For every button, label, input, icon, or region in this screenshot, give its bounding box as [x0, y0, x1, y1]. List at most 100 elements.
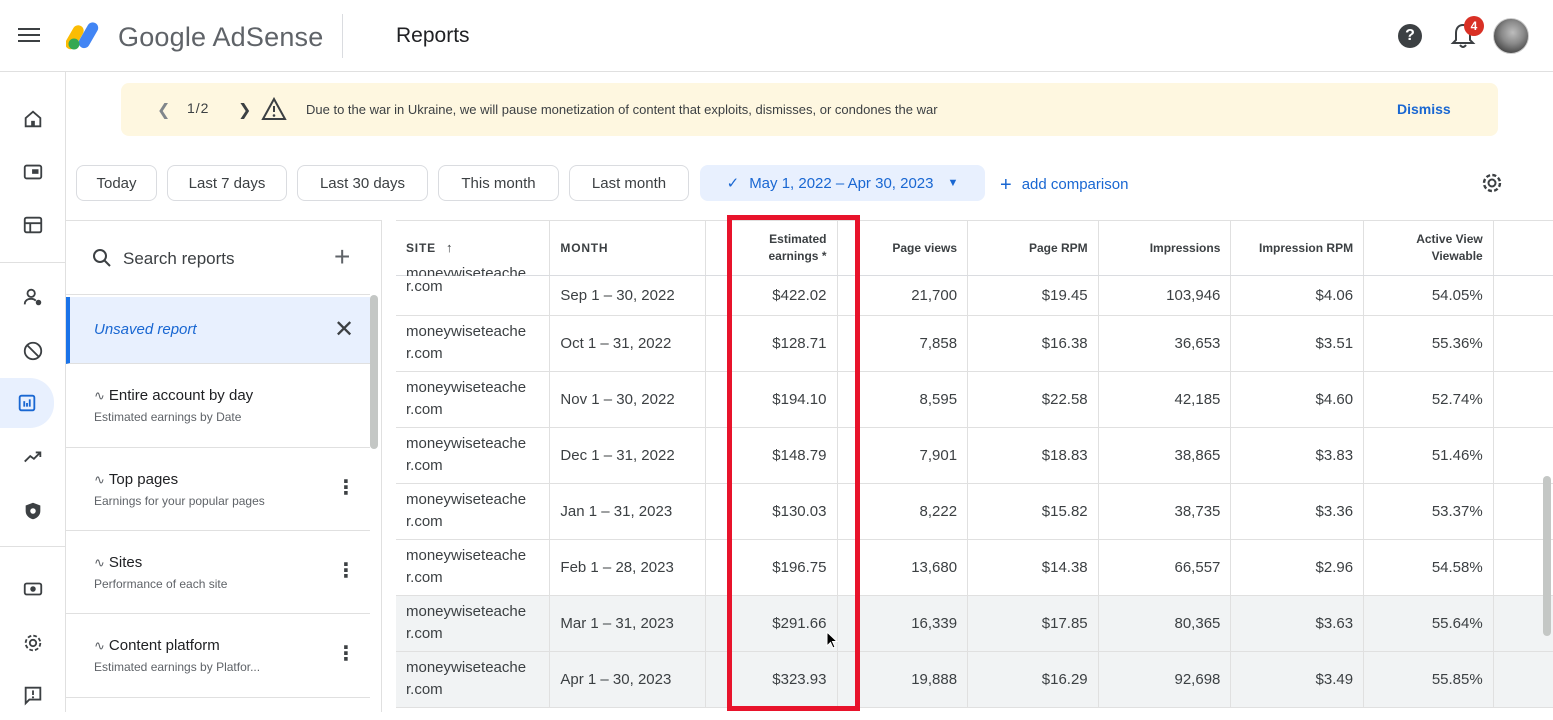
impressions-cell: 36,653 [1098, 315, 1232, 372]
chip-today[interactable]: Today [76, 165, 157, 201]
menu-icon[interactable] [18, 24, 40, 44]
brand-divider [342, 14, 343, 58]
home-icon[interactable] [0, 94, 66, 144]
report-subtitle: Estimated earnings by Platfor... [94, 660, 261, 674]
site-name-line: moneywiseteache [406, 264, 527, 276]
report-item-entire-account[interactable]: ∿ Entire account by day Estimated earning… [66, 364, 370, 448]
column-header-month[interactable]: MONTH [549, 221, 706, 276]
page-views-cell: 7,858 [837, 315, 969, 372]
feedback-icon[interactable] [0, 670, 66, 720]
column-header-page-rpm[interactable]: Page RPM [967, 221, 1099, 276]
site-name-line: moneywiseteache [406, 323, 527, 340]
site-cell: moneywiseteache r.com [396, 651, 551, 708]
chip-last-month[interactable]: Last month [569, 165, 689, 201]
account-settings-icon[interactable] [0, 272, 66, 322]
site-name-line: r.com [406, 681, 443, 698]
more-options-icon[interactable]: ⋮ [336, 558, 356, 583]
site-cell: moneywiseteache r.com [396, 483, 551, 540]
month-cell: Sep 1 – 30, 2022 [549, 275, 706, 316]
table-row[interactable]: moneywiseteache r.com Mar 1 – 31, 2023 $291… [396, 595, 1553, 652]
table-row[interactable]: moneywiseteache r.com Feb 1 – 28, 2023 $196… [396, 539, 1553, 596]
active-view-cell: 54.58% [1363, 539, 1494, 596]
table-scrollbar[interactable] [1543, 476, 1551, 636]
table-row[interactable]: moneywiseteache r.com Jan 1 – 31, 2023 $130… [396, 483, 1553, 540]
account-avatar[interactable] [1493, 18, 1529, 54]
trending-icon[interactable] [0, 432, 66, 482]
rail-divider [0, 262, 66, 263]
payments-icon[interactable] [0, 564, 66, 614]
dismiss-button[interactable]: Dismiss [1397, 101, 1451, 117]
site-cell: moneywiseteache r.com [396, 539, 551, 596]
sort-ascending-icon: ↑ [446, 240, 454, 256]
column-header-impressions[interactable]: Impressions [1098, 221, 1232, 276]
spacer-cell [1493, 315, 1553, 372]
column-header-active-view-viewable[interactable]: Active View Viewable [1363, 221, 1494, 276]
report-title: Content platform [108, 637, 220, 654]
month-cell: Jan 1 – 31, 2023 [549, 483, 706, 540]
column-header-impression-rpm[interactable]: Impression RPM [1230, 221, 1365, 276]
chevron-right-icon[interactable]: ❯ [238, 100, 251, 120]
impression-rpm-cell: $2.96 [1230, 539, 1365, 596]
active-view-cell: 51.46% [1363, 427, 1494, 484]
earnings-cell: $422.02 [705, 275, 838, 316]
report-item-sites[interactable]: ∿ Sites Performance of each site ⋮ [66, 531, 370, 614]
report-item-top-pages[interactable]: ∿ Top pages Earnings for your popular pag… [66, 448, 370, 531]
table-row[interactable]: moneywiseteache r.com Sep 1 – 30, 2022 $422… [396, 265, 1553, 316]
warning-icon [261, 97, 287, 120]
table-row[interactable]: moneywiseteache r.com Nov 1 – 30, 2022 $194… [396, 371, 1553, 428]
adsense-logo [66, 22, 99, 50]
add-comparison-button[interactable]: + add comparison [1000, 174, 1128, 197]
dropdown-arrow-icon: ▼ [947, 177, 959, 189]
announcement-banner: ❮ 1/2 ❯ Due to the war in Ukraine, we wi… [121, 83, 1498, 136]
site-name-line: moneywiseteache [406, 547, 527, 564]
column-header-page-views[interactable]: Page views [837, 221, 969, 276]
date-range-selector[interactable]: ✓ May 1, 2022 – Apr 30, 2023 ▼ [700, 165, 985, 201]
report-title: Entire account by day [108, 387, 254, 404]
header-label: SITE [406, 241, 436, 256]
reports-icon[interactable] [0, 378, 54, 428]
month-cell: Oct 1 – 31, 2022 [549, 315, 706, 372]
chip-last-7-days[interactable]: Last 7 days [167, 165, 287, 201]
new-report-plus-icon[interactable]: + [334, 241, 350, 273]
more-options-icon[interactable]: ⋮ [336, 641, 356, 666]
table-row[interactable]: moneywiseteache r.com Dec 1 – 31, 2022 $148… [396, 427, 1553, 484]
column-header-spacer [1493, 221, 1553, 276]
ads-icon[interactable] [0, 147, 66, 197]
sparkle-icon: ∿ [94, 638, 105, 653]
unsaved-report-item[interactable]: Unsaved report ✕ [66, 297, 370, 364]
help-icon[interactable]: ? [1398, 24, 1422, 48]
chip-last-30-days[interactable]: Last 30 days [297, 165, 428, 201]
chevron-left-icon[interactable]: ❮ [157, 100, 170, 120]
report-item-content-platform[interactable]: ∿ Content platform Estimated earnings by … [66, 614, 370, 698]
chip-this-month[interactable]: This month [438, 165, 559, 201]
table-row[interactable]: moneywiseteache r.com Apr 1 – 30, 2023 $323… [396, 651, 1553, 708]
impression-rpm-cell: $4.60 [1230, 371, 1365, 428]
close-icon[interactable]: ✕ [334, 315, 354, 344]
impressions-cell: 38,865 [1098, 427, 1232, 484]
month-cell: Feb 1 – 28, 2023 [549, 539, 706, 596]
page-views-cell: 21,700 [837, 275, 969, 316]
month-cell: Mar 1 – 31, 2023 [549, 595, 706, 652]
search-reports[interactable]: Search reports + [66, 221, 370, 295]
panel-scrollbar[interactable] [370, 295, 378, 449]
column-header-estimated-earnings[interactable]: Estimated earnings * [705, 221, 838, 276]
earnings-cell: $323.93 [705, 651, 838, 708]
header-label: earnings * [768, 248, 827, 263]
table-row[interactable]: moneywiseteache r.com Oct 1 – 31, 2022 $128… [396, 315, 1553, 372]
date-range-label: May 1, 2022 – Apr 30, 2023 [749, 174, 934, 192]
content-layout-icon[interactable] [0, 200, 66, 250]
sparkle-icon: ∿ [94, 388, 105, 403]
mouse-cursor-icon [826, 631, 838, 649]
blocking-controls-icon[interactable] [0, 326, 66, 376]
add-comparison-label: add comparison [1021, 176, 1129, 193]
site-cell: moneywiseteache r.com [396, 371, 551, 428]
impression-rpm-cell: $3.36 [1230, 483, 1365, 540]
site-name-line: r.com [406, 345, 443, 362]
active-view-cell: 52.74% [1363, 371, 1494, 428]
settings-icon[interactable] [0, 618, 66, 668]
page-views-cell: 19,888 [837, 651, 969, 708]
table-settings-icon[interactable] [1480, 171, 1504, 195]
banner-message: Due to the war in Ukraine, we will pause… [306, 102, 938, 117]
policy-center-icon[interactable] [0, 486, 66, 536]
more-options-icon[interactable]: ⋮ [336, 475, 356, 500]
